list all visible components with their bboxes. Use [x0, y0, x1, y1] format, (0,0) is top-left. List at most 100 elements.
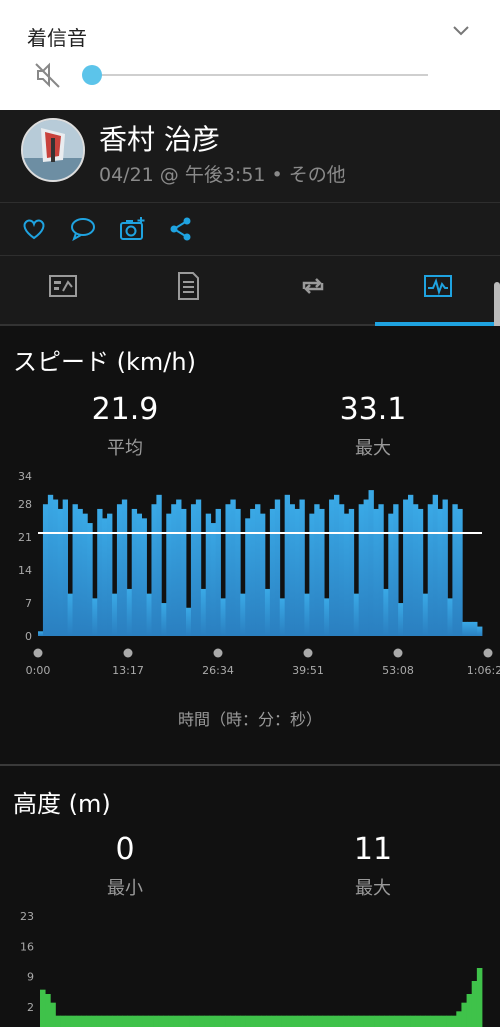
- elevation-bar: [343, 1015, 349, 1027]
- elevation-bar: [255, 1015, 262, 1027]
- elevation-bar: [322, 1015, 329, 1027]
- speed-bar: [161, 603, 167, 636]
- elevation-bar: [225, 1015, 231, 1027]
- speed-bar: [156, 494, 162, 636]
- speed-bar: [373, 508, 379, 636]
- like-icon[interactable]: [20, 215, 48, 243]
- y-tick-label: 28: [18, 498, 32, 511]
- speed-bar: [97, 508, 103, 636]
- y-tick-label: 9: [27, 971, 34, 984]
- elevation-min-value: 0: [115, 832, 135, 867]
- elevation-bar: [461, 1002, 467, 1027]
- speed-bar: [363, 499, 369, 636]
- elevation-bar: [132, 1015, 139, 1027]
- laps-tab-icon: [302, 278, 324, 294]
- elevation-bar: [250, 1015, 257, 1027]
- elevation-bar: [471, 981, 478, 1027]
- elevation-bar: [415, 1015, 421, 1027]
- speed-bar: [462, 621, 468, 636]
- speed-bar: [116, 504, 123, 636]
- speed-section: スピード (km/h) 21.9 平均 33.1 最大 0 7 14 21 28 34 0:…: [0, 326, 500, 764]
- speed-bar: [393, 504, 399, 636]
- y-tick-label: 2: [27, 1001, 34, 1014]
- volume-slider-thumb[interactable]: [82, 65, 102, 85]
- elevation-bar: [363, 1015, 370, 1027]
- elevation-bar: [302, 1015, 308, 1027]
- elevation-bar: [117, 1015, 123, 1027]
- speed-bar: [299, 499, 305, 636]
- elevation-bar: [209, 1015, 216, 1027]
- elevation-bar: [317, 1015, 324, 1027]
- elevation-bar: [245, 1015, 252, 1027]
- volume-slider-track[interactable]: [92, 74, 428, 76]
- elevation-bar: [368, 1015, 375, 1027]
- volume-title: 着信音: [27, 26, 87, 50]
- speed-bar: [368, 490, 374, 636]
- charts-tab-icon: [424, 275, 452, 297]
- scrollbar[interactable]: [494, 282, 500, 330]
- add-photo-icon[interactable]: [118, 215, 146, 243]
- speed-bar: [319, 508, 325, 636]
- x-tick-dot: [33, 648, 43, 658]
- elevation-bar: [358, 1015, 365, 1027]
- speed-avg-label: 平均: [107, 438, 143, 459]
- elevation-bar: [312, 1015, 318, 1027]
- speed-chart[interactable]: 0 7 14 21 28 34 0:00 13:17 26:34 39:51 53:08 1:06:2…: [0, 466, 500, 681]
- elevation-chart[interactable]: 2 9 16 23: [0, 906, 500, 1027]
- elevation-bar: [40, 989, 46, 1027]
- speed-bar: [181, 508, 187, 636]
- share-icon[interactable]: [167, 215, 195, 243]
- details-tab-icon: [178, 272, 199, 300]
- x-tick-label: 39:51: [292, 664, 324, 677]
- speed-bar: [432, 494, 438, 636]
- elevation-bar: [451, 1015, 457, 1027]
- chevron-down-icon[interactable]: [448, 18, 474, 44]
- speed-bar: [171, 504, 177, 636]
- speed-bar: [314, 504, 320, 636]
- elevation-bar: [286, 1015, 293, 1027]
- tab-summary[interactable]: [0, 256, 125, 322]
- speed-bar: [57, 508, 64, 636]
- speed-bar: [383, 588, 389, 636]
- comment-icon[interactable]: [69, 215, 97, 243]
- speed-max-value: 33.1: [339, 392, 407, 427]
- y-tick-label: 21: [18, 531, 32, 544]
- tab-charts[interactable]: [375, 256, 500, 322]
- y-tick-label: 0: [25, 630, 32, 643]
- elevation-bar: [137, 1015, 144, 1027]
- elevation-bar: [189, 1015, 195, 1027]
- mute-icon[interactable]: [33, 60, 63, 90]
- speed-bar: [408, 494, 414, 636]
- speed-bar: [472, 621, 478, 636]
- speed-bar: [77, 508, 83, 636]
- speed-bar: [151, 504, 157, 636]
- speed-bar: [427, 504, 434, 636]
- speed-bar: [92, 598, 98, 636]
- tab-details[interactable]: [125, 256, 250, 322]
- elevation-bar: [240, 1015, 246, 1027]
- elevation-bar: [204, 1015, 211, 1027]
- speed-bar: [447, 598, 453, 636]
- speed-bar: [412, 504, 419, 636]
- elevation-bar: [75, 1015, 82, 1027]
- y-tick-label: 7: [25, 597, 32, 610]
- avatar[interactable]: [21, 118, 85, 182]
- tab-laps[interactable]: [250, 256, 375, 322]
- speed-bar: [176, 499, 182, 636]
- speed-bar: [304, 593, 310, 636]
- speed-bar: [102, 518, 108, 636]
- elevation-bar: [410, 1015, 416, 1027]
- speed-bar: [358, 504, 364, 636]
- elevation-bar: [389, 1015, 396, 1027]
- volume-panel: 着信音: [0, 0, 500, 110]
- speed-bar: [42, 504, 49, 636]
- elevation-bar: [296, 1015, 303, 1027]
- elevation-bar: [440, 1015, 447, 1027]
- elevation-bar: [60, 1015, 67, 1027]
- elevation-bar: [168, 1015, 175, 1027]
- speed-bar: [457, 508, 463, 636]
- x-tick-label: 26:34: [202, 664, 234, 677]
- x-tick-dot: [303, 648, 313, 658]
- speed-bar: [225, 504, 231, 636]
- speed-bar: [467, 621, 473, 636]
